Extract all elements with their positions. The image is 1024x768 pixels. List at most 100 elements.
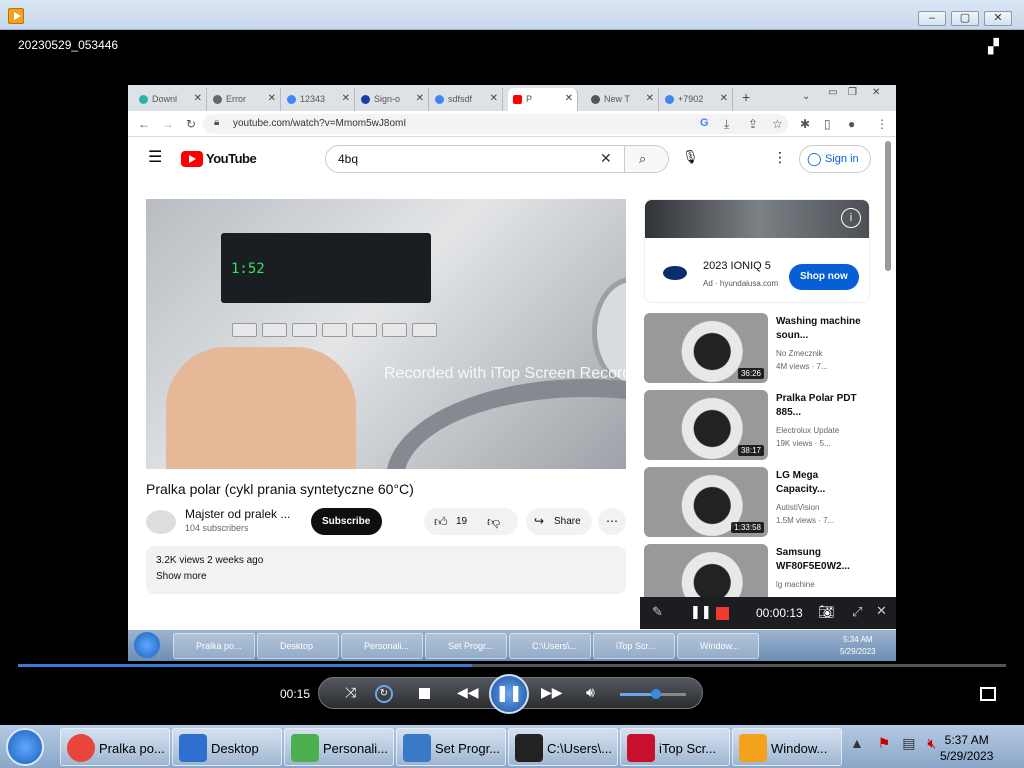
show-more-link[interactable]: Show more bbox=[156, 571, 207, 582]
taskbar-item-7zip[interactable]: C:\Users\... bbox=[508, 728, 618, 766]
close-recorder-icon[interactable]: ✕ bbox=[876, 603, 887, 619]
chrome-close-icon[interactable]: ✕ bbox=[872, 87, 880, 98]
tab-close-icon[interactable]: ✕ bbox=[194, 93, 202, 104]
browser-tab-active[interactable]: P ✕ bbox=[508, 88, 578, 111]
back-icon[interactable]: ← bbox=[138, 117, 150, 131]
forward-icon[interactable]: → bbox=[162, 117, 174, 131]
tab-close-icon[interactable]: ✕ bbox=[490, 93, 498, 104]
camera-icon[interactable]: 📷︎ bbox=[818, 604, 835, 620]
browser-tab[interactable]: Downl ✕ bbox=[134, 88, 207, 111]
channel-avatar[interactable] bbox=[146, 510, 176, 534]
shop-now-button[interactable]: Shop now bbox=[789, 264, 859, 290]
minimize-button[interactable]: – bbox=[918, 11, 946, 26]
show-hidden-icons-icon[interactable]: ▲ bbox=[850, 735, 864, 751]
recommended-video[interactable]: 38:17 Pralka Polar PDT 885... Electrolux… bbox=[644, 390, 870, 460]
volume-slider[interactable] bbox=[620, 689, 686, 699]
browser-tab[interactable]: +7902 ✕ bbox=[660, 88, 733, 111]
browser-tab[interactable]: 12343 ✕ bbox=[282, 88, 355, 111]
tab-search-icon[interactable]: ⌄ bbox=[802, 91, 810, 102]
clear-search-icon[interactable]: ✕ bbox=[600, 150, 612, 167]
extensions-icon[interactable]: ✱ bbox=[800, 117, 810, 131]
like-icon[interactable]: 👍︎ bbox=[434, 514, 448, 530]
action-center-icon[interactable]: ⚑ bbox=[878, 735, 891, 751]
browser-tab[interactable]: Error ✕ bbox=[208, 88, 281, 111]
sidebar-ad[interactable]: i 2023 IONIQ 5 Ad · hyundaiusa.com Shop … bbox=[644, 199, 870, 303]
stop-icon[interactable] bbox=[419, 688, 430, 699]
recommended-video[interactable]: 1:33:58 LG Mega Capacity... AutistiVisio… bbox=[644, 467, 870, 537]
layout-toggle-icon[interactable]: ▞ bbox=[988, 38, 1006, 54]
chrome-minimize-icon[interactable]: ▭ bbox=[828, 87, 837, 98]
browser-tab[interactable]: sdfsdf ✕ bbox=[430, 88, 503, 111]
description-box[interactable]: 3.2K views 2 weeks ago Show more bbox=[146, 546, 626, 594]
taskbar-item-media-player[interactable]: Window... bbox=[732, 728, 842, 766]
network-icon[interactable]: ▤ bbox=[902, 735, 915, 751]
inner-task-item[interactable]: Set Progr... bbox=[425, 633, 507, 659]
volume-muted-icon[interactable]: 🔇︎ bbox=[927, 735, 936, 751]
shuffle-icon[interactable]: ⤨ bbox=[345, 684, 356, 701]
youtube-logo-icon[interactable] bbox=[181, 151, 203, 167]
profile-icon[interactable]: ● bbox=[848, 117, 855, 131]
recommended-video[interactable]: 36:26 Washing machine soun... No Zmeczni… bbox=[644, 313, 870, 383]
video-frame[interactable]: Downl ✕ Error ✕ 12343 ✕ Sign-o ✕ sdfsdf ✕ P ✕ … bbox=[128, 85, 896, 661]
new-tab-icon[interactable]: + bbox=[742, 89, 750, 105]
dislike-icon[interactable]: 👎︎ bbox=[487, 514, 500, 530]
inner-start-icon[interactable] bbox=[134, 632, 160, 658]
inner-task-item[interactable]: C:\Users\... bbox=[509, 633, 591, 659]
microphone-icon[interactable]: 🎙︎ bbox=[682, 149, 699, 165]
ad-info-icon[interactable]: i bbox=[841, 208, 861, 228]
share-page-icon[interactable]: ⇪ bbox=[748, 117, 758, 131]
maximize-button[interactable]: ▢ bbox=[951, 11, 979, 26]
previous-icon[interactable]: ◀◀ bbox=[457, 684, 479, 701]
seek-bar[interactable] bbox=[18, 664, 1006, 667]
tab-close-icon[interactable]: ✕ bbox=[565, 93, 573, 104]
taskbar-item-set-programs[interactable]: Set Progr... bbox=[396, 728, 506, 766]
inner-task-item[interactable]: Window... bbox=[677, 633, 759, 659]
export-icon[interactable]: ⤢ bbox=[852, 604, 862, 620]
tab-close-icon[interactable]: ✕ bbox=[342, 93, 350, 104]
next-icon[interactable]: ▶▶ bbox=[541, 684, 563, 701]
main-video-player[interactable]: 1:52 Recorded with iTop Screen Recorder bbox=[146, 199, 626, 469]
tab-close-icon[interactable]: ✕ bbox=[720, 93, 728, 104]
taskbar-item-chrome[interactable]: Pralka po... bbox=[60, 728, 170, 766]
pen-icon[interactable]: ✎ bbox=[652, 604, 663, 620]
tab-close-icon[interactable]: ✕ bbox=[646, 93, 654, 104]
browser-tab[interactable]: New T ✕ bbox=[586, 88, 659, 111]
share-button[interactable]: ↪ Share bbox=[526, 508, 592, 535]
volume-knob[interactable] bbox=[651, 689, 662, 699]
youtube-logo-text[interactable]: YouTube bbox=[206, 151, 257, 166]
install-icon[interactable]: ⤓ bbox=[724, 117, 729, 132]
chrome-menu-icon[interactable]: ⋮ bbox=[876, 117, 888, 131]
pause-recording-icon[interactable]: ❚❚ bbox=[690, 604, 712, 620]
taskbar-item-itop[interactable]: iTop Scr... bbox=[620, 728, 730, 766]
close-button[interactable]: ✕ bbox=[984, 11, 1012, 26]
tab-close-icon[interactable]: ✕ bbox=[268, 93, 276, 104]
chrome-restore-icon[interactable]: ❐ bbox=[848, 87, 857, 98]
settings-menu-icon[interactable]: ⋮ bbox=[773, 149, 787, 166]
pause-button[interactable]: ❚❚ bbox=[489, 674, 529, 714]
browser-tab[interactable]: Sign-o ✕ bbox=[356, 88, 429, 111]
reload-icon[interactable]: ↻ bbox=[186, 117, 196, 131]
bookmark-star-icon[interactable]: ☆ bbox=[772, 117, 783, 131]
search-button[interactable]: ⌕ bbox=[625, 145, 669, 173]
taskbar-item-desktop[interactable]: Desktop bbox=[172, 728, 282, 766]
inner-task-item[interactable]: Desktop bbox=[257, 633, 339, 659]
search-input[interactable]: 4bq ✕ bbox=[325, 145, 625, 173]
channel-name[interactable]: Majster od pralek ... bbox=[185, 507, 290, 521]
hamburger-menu-icon[interactable]: ☰ bbox=[148, 147, 162, 167]
sign-in-button[interactable]: ◯ Sign in bbox=[799, 145, 871, 173]
volume-icon[interactable]: 🔊︎ bbox=[586, 684, 595, 701]
google-lens-icon[interactable]: G bbox=[700, 117, 709, 129]
stop-recording-icon[interactable] bbox=[716, 607, 729, 620]
clock[interactable]: 5:37 AM 5/29/2023 bbox=[940, 732, 993, 764]
inner-task-item[interactable]: Personali... bbox=[341, 633, 423, 659]
repeat-icon[interactable]: ↻ bbox=[375, 685, 393, 703]
page-scrollbar[interactable] bbox=[885, 141, 891, 271]
start-button[interactable] bbox=[6, 728, 44, 766]
inner-task-item[interactable]: Pralka po... bbox=[173, 633, 255, 659]
subscribe-button[interactable]: Subscribe bbox=[311, 508, 382, 535]
more-actions-button[interactable]: ⋯ bbox=[598, 508, 626, 535]
fullscreen-icon[interactable] bbox=[980, 687, 996, 701]
taskbar-item-personalization[interactable]: Personali... bbox=[284, 728, 394, 766]
tab-close-icon[interactable]: ✕ bbox=[416, 93, 424, 104]
side-panel-icon[interactable]: ▯ bbox=[824, 117, 831, 131]
